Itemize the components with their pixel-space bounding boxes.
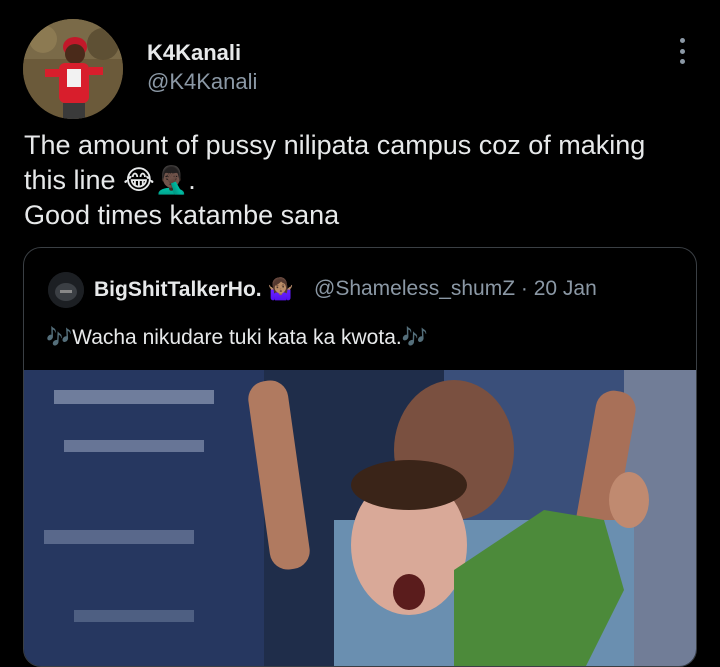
menu-dot (679, 38, 685, 43)
quoted-media[interactable] (24, 370, 696, 666)
quoted-text-body: Wacha nikudare tuki kata ka kwota. (72, 326, 402, 349)
tweet-line-1: The amount of pussy nilipata campus coz … (24, 130, 646, 160)
music-note-icon: 🎶 (46, 325, 73, 349)
music-note-icon: 🎶 (401, 325, 428, 349)
quoted-name-emoji: 🤷🏽‍♀️ (267, 277, 294, 301)
author-avatar[interactable] (23, 19, 123, 119)
quoted-text: 🎶Wacha nikudare tuki kata ka kwota.🎶 (46, 325, 428, 350)
tweet-emoji: 😂🤦🏿‍♂️ (123, 165, 189, 196)
menu-dot (679, 48, 685, 54)
more-vertical-icon[interactable] (670, 36, 694, 66)
quoted-media-image (24, 370, 696, 666)
tweet-line-3: Good times katambe sana (24, 200, 340, 230)
menu-dot (679, 59, 685, 64)
author-display-name[interactable]: K4Kanali (147, 40, 241, 66)
quoted-avatar-image (48, 272, 84, 308)
author-handle[interactable]: @K4Kanali (147, 69, 257, 95)
quoted-handle-time[interactable]: @Shameless_shumZ · 20 Jan (314, 277, 597, 301)
quoted-display-name-text: BigShitTalkerHo. (94, 278, 262, 301)
tweet-text: The amount of pussy nilipata campus coz … (24, 128, 704, 233)
tweet-line-2: this line 😂🤦🏿‍♂️. (24, 163, 704, 198)
quoted-author-avatar[interactable] (48, 272, 84, 308)
tweet-line-2-text: this line (24, 165, 124, 195)
quoted-display-name[interactable]: BigShitTalkerHo. 🤷🏽‍♀️ (94, 277, 294, 302)
tweet-line-2-end: . (188, 165, 196, 195)
avatar-photo (23, 19, 123, 119)
quoted-tweet-card[interactable]: BigShitTalkerHo. 🤷🏽‍♀️ @Shameless_shumZ … (23, 247, 697, 667)
